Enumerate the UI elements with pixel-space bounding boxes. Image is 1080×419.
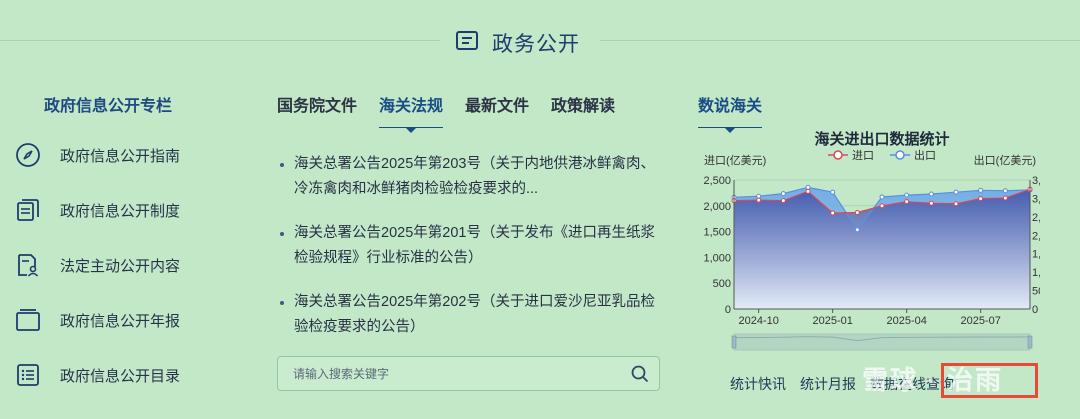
y-tick-left: 500 [713,278,731,290]
y-tick-right: 2,500 [1032,212,1040,224]
x-tick-label: 2024-10 [738,315,778,327]
left-item-catalog[interactable]: 政府信息公开目录 [14,361,180,389]
tab-latest-docs[interactable]: 最新文件 [465,92,529,128]
y-tick-left: 2,000 [703,201,731,213]
chart-title: 海关进出口数据统计 [814,130,949,148]
y-tick-right: 3,000 [1032,193,1040,205]
export-point [879,194,885,200]
y-axis-right-label: 出口(亿美元) [974,153,1036,167]
import-point [978,196,984,202]
export-point [805,184,811,190]
section-title: 政务公开 [492,33,580,56]
news-item-line2: 冷冻禽肉和冰鲜猪肉检验检疫要求的... [294,181,539,197]
x-tick-label: 2025-01 [812,315,852,327]
export-point [953,189,959,195]
document-person-icon [14,251,42,279]
y-axis-left-label: 进口(亿美元) [704,154,766,167]
left-item-content[interactable]: 法定主动公开内容 [14,251,180,279]
left-column-title: 政府信息公开专栏 [44,98,173,115]
y-tick-right: 0 [1032,304,1038,316]
search-input[interactable] [291,366,615,382]
x-tick-label: 2025-04 [886,315,926,327]
legend-export-marker [895,150,905,160]
export-point [854,227,860,233]
document-list-icon [454,29,480,58]
export-point [928,191,934,197]
zoom-handle-left [731,335,737,349]
bullet-dot [280,301,284,305]
y-tick-right: 1,500 [1032,249,1040,261]
tab-state-council-docs[interactable]: 国务院文件 [277,92,357,128]
import-point [904,199,910,205]
news-item[interactable]: 海关总署公告2025年第201号（关于发布《进口再生纸浆 检验规程》行业标准的公… [280,221,675,271]
left-item-label: 政府信息公开目录 [60,367,181,385]
news-item-line1: 海关总署公告2025年第202号（关于进口爱沙尼亚乳品检 [294,294,655,310]
list-icon [14,361,42,389]
left-item-label: 政府信息公开年报 [60,312,181,330]
import-point [928,200,934,206]
legend-import-label: 进口 [852,149,874,162]
import-point [953,201,959,207]
section-header: 政务公开 [454,28,580,58]
y-tick-right: 3,500 [1032,175,1040,187]
news-item[interactable]: 海关总署公告2025年第203号（关于内地供港冰鲜禽肉、 冷冻禽肉和冰鲜猪肉检验… [280,152,675,202]
header-divider-left [0,40,440,41]
news-item-line2: 检验规程》行业标准的公告） [294,250,483,266]
search-icon[interactable] [631,365,649,388]
legend-import-marker [833,150,843,160]
watermark: 雪球 · 治雨 [862,365,1004,395]
left-item-label: 法定主动公开内容 [60,257,181,275]
export-point [830,189,836,195]
import-point [854,210,860,216]
import-point [780,198,786,204]
import-point [805,188,811,194]
tab-policy-interpretation[interactable]: 政策解读 [551,92,615,128]
tab-customs-regulations[interactable]: 海关法规 [379,92,444,133]
left-item-guide[interactable]: 政府信息公开指南 [14,141,180,169]
export-point [978,187,984,193]
y-tick-left: 1,500 [703,227,731,239]
document-stack-icon [14,196,42,224]
compass-icon [14,141,42,169]
middle-tabs: 国务院文件 海关法规 最新文件 政策解读 [277,92,615,133]
left-item-annual-report[interactable]: 政府信息公开年报 [14,306,180,334]
y-tick-left: 2,500 [703,175,731,187]
bullet-dot [280,232,284,236]
zoom-slider-track [733,333,1031,351]
left-item-label: 政府信息公开制度 [60,202,181,220]
header-divider-right [600,40,1080,41]
left-item-system[interactable]: 政府信息公开制度 [14,196,180,224]
news-item-line2: 验检疫要求的公告） [294,319,425,335]
export-point [780,191,786,197]
trade-chart: 海关进出口数据统计进口 出口 进口(亿美元) 出口(亿美元) 0 500 1,000 1,50… [703,130,1040,351]
link-stats-flash[interactable]: 统计快讯 [730,374,786,394]
import-point [879,203,885,209]
news-item-line1: 海关总署公告2025年第203号（关于内地供港冰鲜禽肉、 [294,156,655,172]
news-item-line1: 海关总署公告2025年第201号（关于发布《进口再生纸浆 [294,225,655,241]
link-stats-monthly[interactable]: 统计月报 [800,374,856,394]
bullet-dot [280,163,284,167]
zoom-handle-right [1027,335,1033,349]
y-tick-right: 1,000 [1032,267,1040,279]
y-tick-right: 500 [1032,286,1040,298]
y-tick-right: 2,000 [1032,230,1040,242]
y-tick-left: 1,000 [703,252,731,264]
export-point [1002,188,1008,194]
legend-export-label: 出口 [914,148,936,162]
y-tick-left: 0 [725,304,731,316]
import-point [756,197,762,203]
import-point [1002,195,1008,201]
left-item-label: 政府信息公开指南 [60,147,181,165]
search-box [277,356,660,391]
x-tick-label: 2025-07 [960,315,1000,327]
export-point [904,192,910,198]
import-point [830,210,836,216]
news-item[interactable]: 海关总署公告2025年第202号（关于进口爱沙尼亚乳品检 验检疫要求的公告） [280,290,675,340]
folder-icon [14,306,42,334]
tab-customs-data[interactable]: 数说海关 [698,92,763,133]
export-point [756,193,762,199]
